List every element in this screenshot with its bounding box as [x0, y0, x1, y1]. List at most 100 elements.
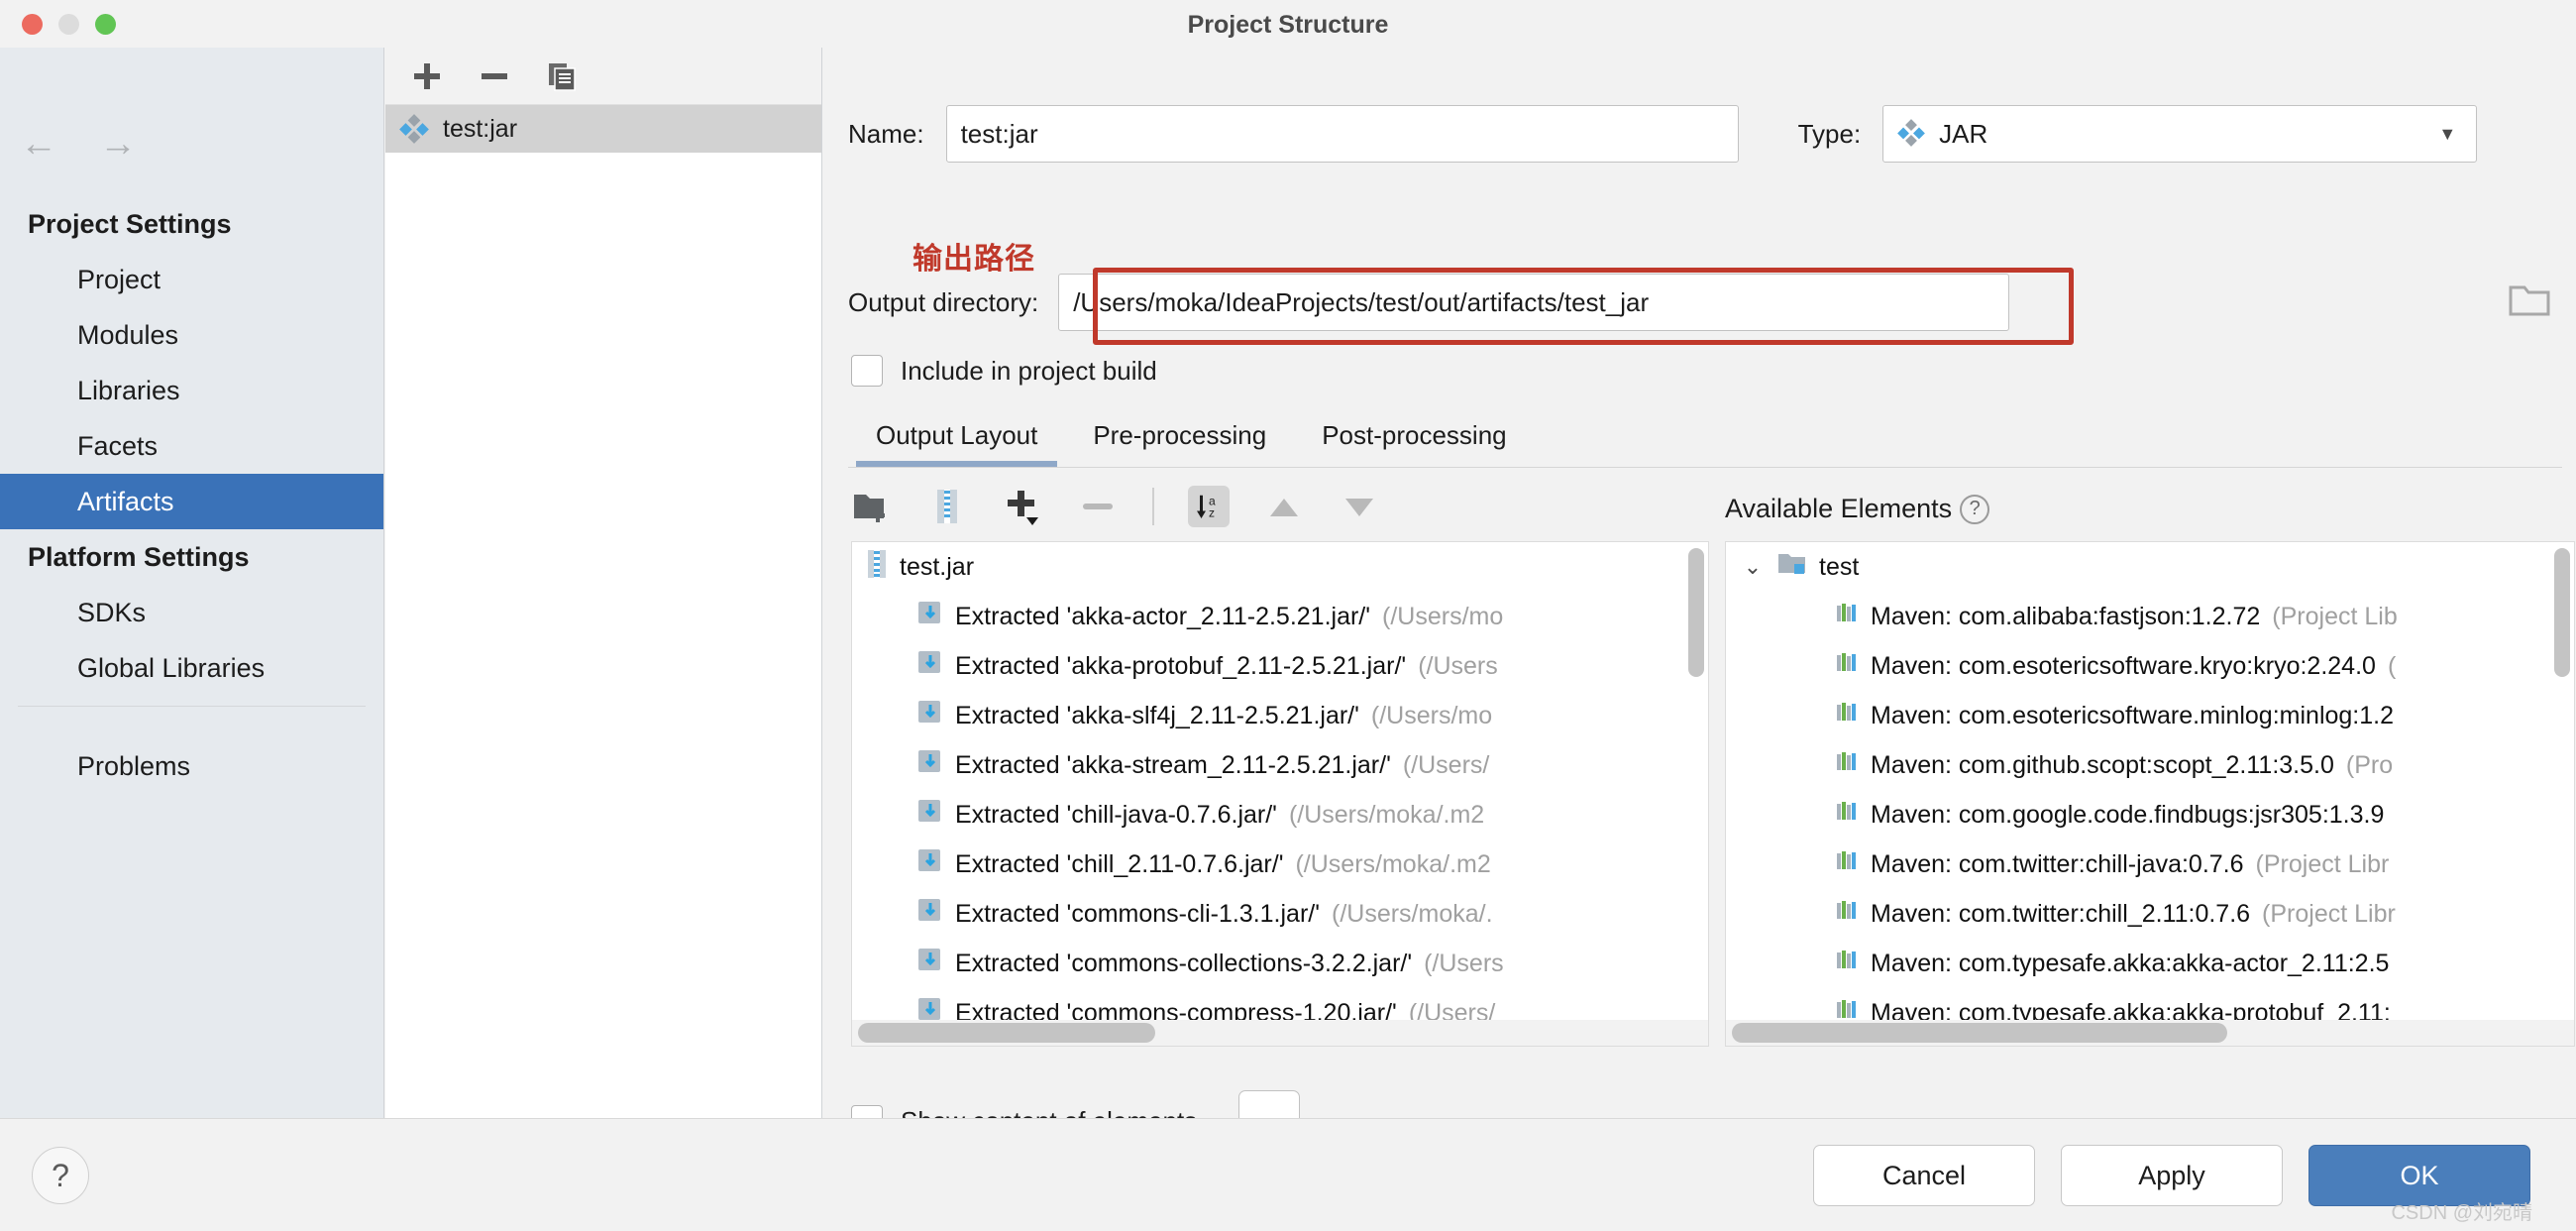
help-button[interactable]: ?: [32, 1147, 89, 1204]
tree-item[interactable]: Extracted 'akka-stream_2.11-2.5.21.jar/'…: [852, 740, 1708, 790]
output-tree-horizontal-scrollbar[interactable]: [852, 1020, 1708, 1046]
available-elements-tree[interactable]: ⌄ test Maven: com.alibaba:fastjson:1.2.7…: [1725, 541, 2575, 1047]
available-item[interactable]: Maven: com.alibaba:fastjson:1.2.72 (Proj…: [1726, 592, 2574, 641]
artifact-name-input[interactable]: test:jar: [945, 105, 1739, 163]
output-directory-label: Output directory:: [848, 286, 1039, 317]
tree-item-path: (/Users/mo: [1382, 602, 1504, 630]
remove-element-icon[interactable]: [1077, 486, 1119, 527]
tree-item[interactable]: Extracted 'commons-cli-1.3.1.jar/' (/Use…: [852, 889, 1708, 939]
cancel-button[interactable]: Cancel: [1813, 1145, 2035, 1206]
type-label: Type:: [1797, 118, 1862, 149]
artifact-list-item-test-jar[interactable]: test:jar: [385, 105, 821, 153]
apply-button[interactable]: Apply: [2061, 1145, 2283, 1206]
tree-item-path: (/Users/moka/.m2: [1295, 849, 1491, 878]
tab-pre-processing[interactable]: Pre-processing: [1065, 412, 1294, 467]
available-item-label: Maven: com.typesafe.akka:akka-actor_2.11…: [1871, 949, 2390, 977]
copy-icon[interactable]: [542, 56, 582, 96]
sidebar-item-project[interactable]: Project: [0, 252, 383, 307]
available-item-label: Maven: com.esotericsoftware.kryo:kryo:2.…: [1871, 651, 2376, 680]
sidebar-item-facets[interactable]: Facets: [0, 418, 383, 474]
available-item[interactable]: Maven: com.google.code.findbugs:jsr305:1…: [1726, 790, 2574, 839]
sidebar-item-global-libraries[interactable]: Global Libraries: [0, 640, 383, 696]
sidebar-item-libraries[interactable]: Libraries: [0, 363, 383, 418]
move-down-icon[interactable]: [1339, 486, 1380, 527]
help-circle-icon[interactable]: ?: [1960, 494, 1990, 524]
sidebar-item-sdks[interactable]: SDKs: [0, 585, 383, 640]
forward-arrow-icon[interactable]: →: [99, 125, 137, 163]
plus-icon[interactable]: [407, 56, 447, 96]
maven-library-icon: [1835, 701, 1859, 731]
sidebar-group-project-settings: Project Settings: [28, 208, 232, 239]
tree-item-label: Extracted 'akka-actor_2.11-2.5.21.jar/': [955, 602, 1371, 630]
sidebar-item-problems[interactable]: Problems: [0, 738, 383, 794]
tree-item[interactable]: Extracted 'chill-java-0.7.6.jar/' (/User…: [852, 790, 1708, 839]
scrollbar-thumb[interactable]: [1732, 1023, 2227, 1043]
sort-alphabetically-icon[interactable]: a z: [1188, 486, 1230, 527]
available-item[interactable]: Maven: com.twitter:chill-java:0.7.6 (Pro…: [1726, 839, 2574, 889]
extracted-icon: [917, 650, 943, 683]
available-item[interactable]: Maven: com.twitter:chill_2.11:0.7.6 (Pro…: [1726, 889, 2574, 939]
tree-item[interactable]: Extracted 'chill_2.11-0.7.6.jar/' (/User…: [852, 839, 1708, 889]
artifact-type-select[interactable]: JAR ▼: [1882, 105, 2478, 163]
tree-item-label: Extracted 'akka-slf4j_2.11-2.5.21.jar/': [955, 701, 1359, 729]
name-label: Name:: [848, 118, 924, 149]
module-folder-icon: [1777, 551, 1807, 584]
available-root-node[interactable]: ⌄ test: [1726, 542, 2574, 592]
extracted-icon: [917, 749, 943, 782]
output-layout-tree[interactable]: test.jar Extracted 'akka-actor_2.11-2.5.…: [851, 541, 1709, 1047]
maven-library-icon: [1835, 602, 1859, 632]
maven-library-icon: [1835, 899, 1859, 930]
tree-item[interactable]: Extracted 'commons-collections-3.2.2.jar…: [852, 939, 1708, 988]
available-item[interactable]: Maven: com.esotericsoftware.minlog:minlo…: [1726, 691, 2574, 740]
extracted-icon: [917, 700, 943, 732]
tree-item-label: Extracted 'akka-protobuf_2.11-2.5.21.jar…: [955, 651, 1407, 680]
extracted-icon: [917, 601, 943, 633]
svg-text:z: z: [1209, 506, 1215, 520]
dialog-bottom-bar: ? Cancel Apply OK CSDN @刘宛晴: [0, 1118, 2576, 1231]
available-item[interactable]: Maven: com.github.scopt:scopt_2.11:3.5.0…: [1726, 740, 2574, 790]
watermark-text: CSDN @刘宛晴: [2391, 1202, 2532, 1224]
tree-root-node[interactable]: test.jar: [852, 542, 1708, 592]
available-tree-horizontal-scrollbar[interactable]: [1726, 1020, 2574, 1046]
maven-library-icon: [1835, 949, 1859, 979]
move-up-icon[interactable]: [1263, 486, 1305, 527]
tree-item-path: (/Users: [1424, 949, 1504, 977]
back-arrow-icon[interactable]: ←: [20, 125, 57, 163]
available-elements-header: Available Elements ?: [1725, 494, 1990, 524]
extracted-icon: [917, 848, 943, 881]
add-element-icon[interactable]: [1002, 486, 1043, 527]
chevron-down-icon: ▼: [2438, 123, 2457, 144]
tree-root-label: test.jar: [900, 552, 975, 581]
browse-folder-icon[interactable]: [2507, 278, 2552, 319]
artifact-list-item-label: test:jar: [443, 114, 518, 143]
tree-item[interactable]: Extracted 'akka-slf4j_2.11-2.5.21.jar/' …: [852, 691, 1708, 740]
create-archive-icon[interactable]: [926, 486, 968, 527]
tree-item[interactable]: Extracted 'akka-actor_2.11-2.5.21.jar/' …: [852, 592, 1708, 641]
include-in-build-row[interactable]: Include in project build: [851, 355, 1157, 387]
tab-output-layout[interactable]: Output Layout: [848, 412, 1065, 467]
sidebar-item-modules[interactable]: Modules: [0, 307, 383, 363]
available-item[interactable]: Maven: com.esotericsoftware.kryo:kryo:2.…: [1726, 641, 2574, 691]
maven-library-icon: [1835, 750, 1859, 781]
tab-post-processing[interactable]: Post-processing: [1294, 412, 1534, 467]
scrollbar-thumb[interactable]: [858, 1023, 1155, 1043]
available-item-label: Maven: com.alibaba:fastjson:1.2.72: [1871, 602, 2261, 630]
sidebar-item-artifacts[interactable]: Artifacts: [0, 474, 383, 529]
chevron-down-icon[interactable]: ⌄: [1740, 554, 1766, 580]
output-layout-toolbar: a z: [851, 476, 1380, 537]
output-tree-vertical-scrollbar[interactable]: [1688, 548, 1704, 677]
include-in-build-checkbox[interactable]: [851, 355, 883, 387]
tree-item[interactable]: Extracted 'akka-protobuf_2.11-2.5.21.jar…: [852, 641, 1708, 691]
jar-icon: [866, 549, 888, 586]
tree-item-path: (/Users/moka/.m2: [1288, 800, 1485, 829]
output-path-highlight-box: [1093, 268, 2074, 345]
minus-icon[interactable]: [475, 56, 514, 96]
artifact-list-panel: test:jar: [385, 48, 822, 1118]
available-tree-vertical-scrollbar[interactable]: [2554, 548, 2570, 677]
maven-library-icon: [1835, 651, 1859, 682]
create-directory-icon[interactable]: [851, 486, 893, 527]
tree-item-label: Extracted 'akka-stream_2.11-2.5.21.jar/': [955, 750, 1391, 779]
available-item[interactable]: Maven: com.typesafe.akka:akka-actor_2.11…: [1726, 939, 2574, 988]
window-title: Project Structure: [1187, 11, 1389, 39]
